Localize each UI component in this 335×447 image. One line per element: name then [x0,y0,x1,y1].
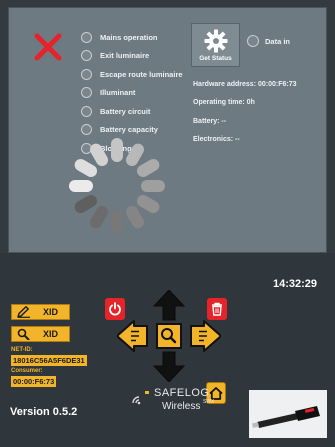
logo-suffix: SWX [203,399,215,405]
logo-subtitle: Wireless [162,401,201,412]
status-label: Mains operation [100,32,158,42]
safelog-logo: SAFELOG Wireless SWX [130,385,220,419]
search-icon [17,328,30,340]
spinner-petal [141,180,165,192]
status-exit-luminaire: Exit luminaire [81,47,183,66]
status-radio [81,31,92,43]
device-info: Hardware address: 00:00:F6:73 Operating … [193,75,297,149]
close-icon[interactable] [33,32,63,62]
status-radio [81,68,92,80]
net-id-label: NET-ID: [11,347,33,353]
status-mains-operation: Mains operation [81,28,183,47]
net-id-value: 18016C56A5F6DE31 [11,355,87,366]
arrow-down-icon[interactable] [152,351,186,382]
status-battery-circuit: Battery circuit [81,102,183,121]
edit-xid-label: XID [43,307,59,317]
edit-xid-button[interactable]: XID [11,304,70,320]
status-illuminant: Illuminant [81,84,183,103]
pencil-icon [17,306,30,318]
get-status-label: Get Status [199,55,232,62]
clock: 14:32:29 [273,278,318,290]
status-label: Battery circuit [100,106,151,116]
operating-time: Operating time: 0h [193,99,255,107]
get-status-button[interactable]: Get Status [191,23,240,67]
arrow-up-icon[interactable] [152,290,186,321]
consumer-value: 00:00:F6:73 [11,376,57,387]
center-search-button[interactable] [156,323,182,349]
data-in-label: Data in [265,36,291,46]
loading-spinner-icon [69,138,165,234]
navigation-pad [117,290,221,382]
search-xid-button[interactable]: XID [11,326,70,342]
status-label: Exit luminaire [100,51,150,61]
data-in-radio [247,35,259,47]
logo-brand: SAFELOG [154,387,210,399]
status-label: Illuminant [100,88,136,98]
status-label: Escape route luminaire [100,69,183,79]
spinner-petal [69,180,93,192]
status-radio [81,105,92,117]
version-label: Version 0.5.2 [10,406,78,418]
gear-icon [204,29,228,53]
consumer-label: Consumer: [11,368,43,374]
data-in-indicator: Data in [247,35,290,47]
status-escape-route-luminaire: Escape route luminaire [81,65,183,84]
arrow-left-icon[interactable] [117,320,148,352]
battery-status: Battery: -- [193,117,227,125]
status-radio [81,87,92,99]
usb-dongle-image [252,406,320,428]
status-radio [81,50,92,62]
electronics-status: Electronics: -- [193,136,240,144]
hardware-address: Hardware address: 00:00:F6:73 [193,80,297,88]
search-xid-label: XID [43,329,59,339]
spinner-petal [111,210,123,234]
spinner-petal [111,138,123,162]
wireless-signal-icon [132,391,149,405]
device-image [249,390,327,438]
arrow-right-icon[interactable] [190,320,221,352]
